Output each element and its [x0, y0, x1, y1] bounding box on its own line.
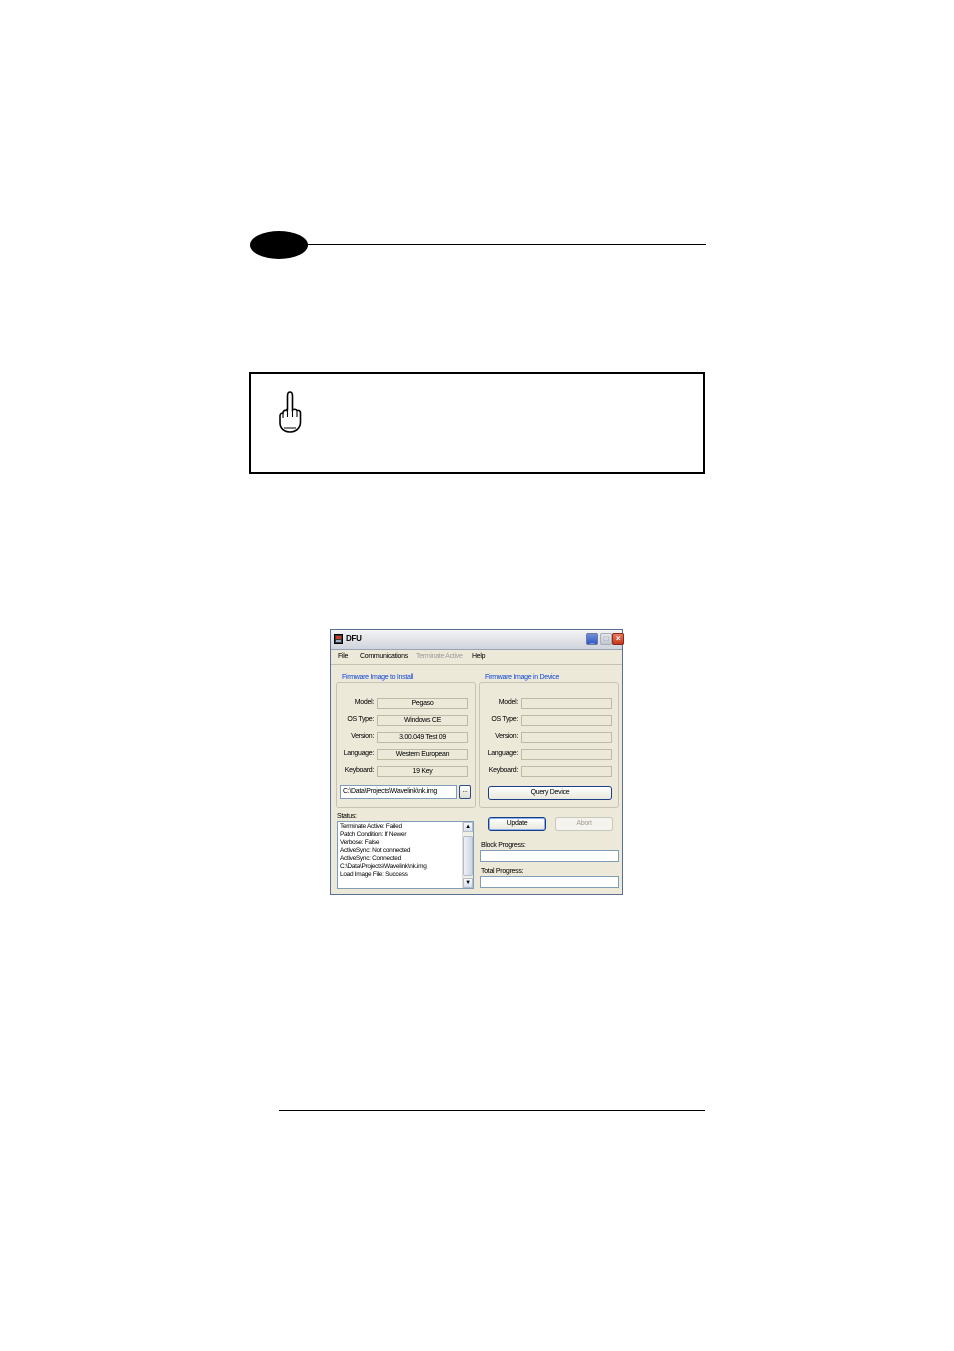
minimize-button[interactable]: _ [586, 633, 598, 645]
abort-button[interactable]: Abort [555, 817, 613, 831]
install-model-value: Pegaso [377, 698, 468, 709]
status-label: Status: [337, 813, 357, 820]
install-model-label: Model: [354, 699, 375, 706]
device-model-label: Model: [498, 699, 519, 706]
install-os-type-label: OS Type: [347, 716, 374, 723]
minimize-icon: _ [589, 636, 595, 645]
device-language-value [521, 749, 612, 760]
maximize-button[interactable]: □ [600, 633, 612, 645]
footer-rule [279, 1110, 705, 1111]
device-keyboard-value [521, 766, 612, 777]
device-group-title: Firmware Image in Device [484, 674, 561, 681]
browse-button[interactable]: ... [459, 785, 471, 799]
maximize-icon: □ [603, 634, 609, 643]
menu-bar: File Communications Terminate Active Hel… [331, 649, 622, 664]
status-line: Verbose: False [340, 839, 380, 846]
image-path-input[interactable]: C:\Data\Projects\Wavelink\nk.img [340, 785, 457, 799]
close-icon: × [615, 634, 621, 643]
status-line: Patch Condition: If Newer [340, 831, 407, 838]
menu-communications[interactable]: Communications [360, 653, 408, 660]
install-version-label: Version: [351, 733, 374, 740]
install-keyboard-label: Keyboard: [344, 767, 375, 774]
dfu-window: DFU _ □ × File Communications Terminate … [330, 629, 624, 895]
device-model-value [521, 698, 612, 709]
install-language-value: Western European [377, 749, 468, 760]
status-line: C:\Data\Projects\Wavelink\nk.img [340, 863, 427, 870]
title-bar[interactable]: DFU _ □ × [331, 630, 624, 650]
total-progress-bar [480, 876, 619, 888]
status-scrollbar[interactable]: ▲ ▼ [462, 822, 473, 888]
device-language-label: Language: [487, 750, 519, 757]
note-box [249, 372, 705, 474]
menu-separator [331, 664, 622, 665]
scroll-up-icon[interactable]: ▲ [463, 822, 473, 832]
install-keyboard-value: 19 Key [377, 766, 468, 777]
install-language-label: Language: [343, 750, 375, 757]
device-os-type-value [521, 715, 612, 726]
total-progress-label: Total Progress: [481, 868, 524, 875]
install-group-title: Firmware Image to Install [341, 674, 415, 681]
status-line: ActiveSync: Connected [340, 855, 401, 862]
install-version-value: 3.00.049 Test 09 [377, 732, 468, 743]
dfu-app-icon [334, 634, 343, 644]
device-keyboard-label: Keyboard: [488, 767, 519, 774]
window-title: DFU [346, 634, 362, 643]
scroll-down-icon[interactable]: ▼ [463, 878, 473, 888]
menu-terminate-active[interactable]: Terminate Active [416, 653, 463, 660]
status-line: Load Image File: Success [340, 871, 408, 878]
query-device-button[interactable]: Query Device [488, 786, 612, 800]
status-line: Terminate Active: Failed [340, 823, 402, 830]
scroll-thumb[interactable] [463, 836, 473, 876]
pointing-hand-icon [279, 391, 302, 433]
block-progress-label: Block Progress: [481, 842, 526, 849]
install-os-type-value: Windows CE [377, 715, 468, 726]
status-line: ActiveSync: Not connected [340, 847, 411, 854]
header-rule [300, 244, 706, 245]
status-log[interactable]: Terminate Active: Failed Patch Condition… [337, 821, 474, 889]
update-button[interactable]: Update [488, 817, 546, 831]
device-version-value [521, 732, 612, 743]
block-progress-bar [480, 850, 619, 862]
device-version-label: Version: [495, 733, 518, 740]
menu-help[interactable]: Help [472, 653, 486, 660]
menu-file[interactable]: File [338, 653, 348, 660]
chapter-tab [250, 231, 308, 259]
close-button[interactable]: × [612, 633, 624, 645]
device-os-type-label: OS Type: [491, 716, 518, 723]
